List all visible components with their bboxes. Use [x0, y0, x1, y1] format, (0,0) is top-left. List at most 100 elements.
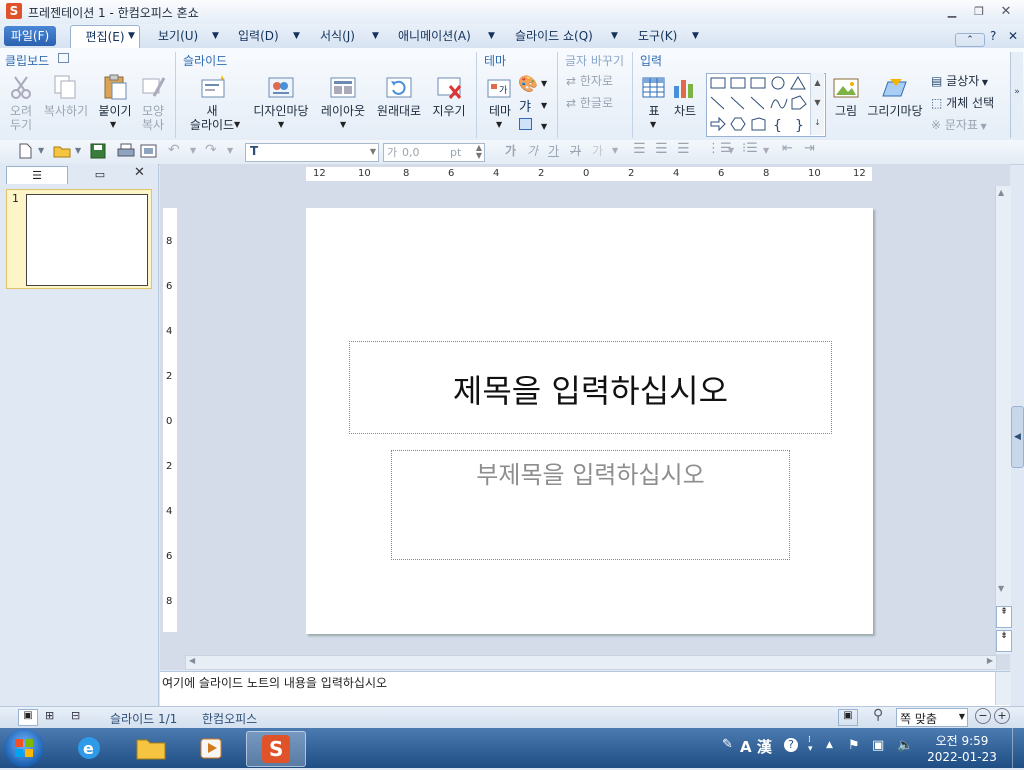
italic-button[interactable]: 가: [527, 142, 538, 159]
menu-animation[interactable]: 애니메이션(A): [394, 27, 475, 45]
zoom-select[interactable]: 쪽 맞춤 ▼: [896, 708, 968, 727]
menu-file[interactable]: 파일(F): [4, 26, 56, 46]
delete-button[interactable]: [436, 74, 464, 103]
start-button[interactable]: [4, 729, 44, 767]
tab-slides[interactable]: ☰: [6, 166, 68, 184]
vertical-scrollbar[interactable]: ▲ ▼ ⇞ ⇟: [995, 186, 1012, 654]
chevron-down-icon[interactable]: ▼: [190, 146, 196, 155]
shapes-gallery[interactable]: {}: [706, 73, 826, 137]
new-doc-button[interactable]: [18, 143, 32, 162]
scroll-left-icon[interactable]: ◀: [189, 656, 195, 665]
title-placeholder[interactable]: 제목을 입력하십시오: [349, 341, 832, 434]
bullets-icon[interactable]: ⁝☰: [742, 141, 758, 156]
sorter-view-icon[interactable]: ⊞: [45, 709, 54, 722]
bold-button[interactable]: 가: [505, 142, 516, 159]
menu-insert[interactable]: 입력(D): [234, 27, 283, 45]
chevron-down-icon[interactable]: ▼: [278, 120, 284, 129]
open-button[interactable]: [53, 143, 71, 162]
zoom-out-icon[interactable]: −: [975, 708, 991, 724]
chevron-down-icon[interactable]: ▼: [484, 27, 499, 45]
menu-tools[interactable]: 도구(K): [634, 27, 681, 45]
tab-outline[interactable]: ▭: [70, 166, 130, 183]
font-size-input[interactable]: 가 0,0 pt ▲ ▼: [383, 143, 485, 162]
picture-button[interactable]: [832, 76, 860, 103]
restore-button[interactable]: ❐: [972, 6, 986, 18]
ribbon-more-button[interactable]: »: [1010, 52, 1023, 138]
chevron-down-icon[interactable]: ▼: [340, 120, 346, 129]
menu-view[interactable]: 보기(U): [154, 27, 202, 45]
scroll-down-icon[interactable]: ▼: [998, 584, 1004, 593]
show-desktop-button[interactable]: [1012, 728, 1024, 768]
font-theme-icon[interactable]: 갸: [519, 96, 531, 115]
chevron-down-icon[interactable]: ▼: [541, 101, 547, 110]
font-name-select[interactable]: T ▼: [245, 143, 379, 162]
side-panel-toggle[interactable]: ◀: [1011, 406, 1024, 468]
font-color-button[interactable]: 가: [592, 142, 603, 159]
paste-button[interactable]: [102, 74, 128, 103]
copy-button[interactable]: [52, 74, 78, 103]
chevron-down-icon[interactable]: ▼: [110, 120, 116, 129]
taskbar-hancom-show[interactable]: S: [246, 731, 306, 767]
design-button[interactable]: [267, 74, 295, 103]
chevron-down-icon[interactable]: ▼: [289, 27, 304, 45]
help-icon[interactable]: ?: [784, 738, 798, 752]
next-slide-button[interactable]: ⇟: [996, 630, 1012, 652]
textbox-button[interactable]: ▤ 글상자 ▼: [931, 74, 1021, 90]
chevron-down-icon[interactable]: ▼: [227, 146, 233, 155]
notes-area[interactable]: 여기에 슬라이드 노트의 내용을 입력하십시오: [160, 671, 1010, 706]
layout-button[interactable]: [329, 74, 357, 103]
new-slide-button[interactable]: [200, 74, 228, 103]
align-left-icon[interactable]: ☰: [633, 141, 646, 157]
chevron-down-icon[interactable]: ▼: [650, 120, 656, 129]
volume-icon[interactable]: 🔈: [897, 738, 913, 753]
format-copy-button[interactable]: [140, 74, 166, 103]
menu-format[interactable]: 서식(J): [316, 27, 359, 45]
tray-clock[interactable]: 오전 9:59 2022-01-23: [920, 733, 1004, 765]
notes-scrollbar[interactable]: [995, 672, 1011, 705]
chevron-down-icon[interactable]: ▼: [38, 146, 44, 155]
print-button[interactable]: [117, 143, 135, 162]
indent-decrease-icon[interactable]: ⇤: [782, 141, 793, 156]
chevron-down-icon[interactable]: ▼: [728, 146, 734, 155]
close-button[interactable]: ✕: [999, 5, 1013, 18]
tray-expand-icon[interactable]: ▲: [826, 740, 833, 750]
ime-indicator[interactable]: A 漢: [740, 736, 772, 757]
ribbon-collapse-button[interactable]: ⌃: [955, 33, 985, 47]
align-right-icon[interactable]: ☰: [677, 141, 690, 157]
subtitle-placeholder[interactable]: 부제목을 입력하십시오: [391, 450, 790, 560]
chart-button[interactable]: [672, 76, 698, 103]
scroll-right-icon[interactable]: ▶: [987, 656, 993, 665]
group-options-icon[interactable]: [58, 53, 69, 63]
chevron-down-icon[interactable]: ▼: [368, 27, 383, 45]
chevron-down-icon[interactable]: ▼: [208, 27, 223, 45]
scroll-up-icon[interactable]: ▲: [998, 188, 1004, 197]
slideshow-view-icon[interactable]: ⊟: [71, 709, 80, 722]
language-icon[interactable]: ✎: [722, 737, 733, 752]
taskbar-media[interactable]: [184, 731, 238, 765]
object-select-button[interactable]: ⬚ 개체 선택: [931, 96, 1021, 110]
zoom-in-icon[interactable]: +: [994, 708, 1010, 724]
taskbar-explorer[interactable]: [124, 731, 178, 765]
table-button[interactable]: [642, 76, 666, 103]
network-icon[interactable]: ▣: [872, 738, 884, 753]
strike-button[interactable]: 가: [570, 142, 581, 159]
gallery-scroll[interactable]: ▲ ▼ ↓: [810, 73, 824, 135]
normal-view-button[interactable]: ▣: [18, 709, 38, 726]
cut-button[interactable]: [8, 74, 34, 103]
chevron-down-icon[interactable]: ▼: [234, 120, 240, 129]
prev-slide-button[interactable]: ⇞: [996, 606, 1012, 628]
close-icon[interactable]: ✕: [134, 165, 145, 180]
to-hangul-button[interactable]: ⇄ 한글로: [566, 96, 626, 110]
slide-thumbnail[interactable]: [26, 194, 148, 286]
horizontal-scrollbar[interactable]: ◀ ▶: [185, 655, 997, 670]
menu-slideshow[interactable]: 슬라이드 쇼(Q): [511, 27, 597, 45]
redo-icon[interactable]: ↷: [205, 142, 217, 158]
chevron-down-icon[interactable]: ▼: [607, 27, 622, 45]
indent-increase-icon[interactable]: ⇥: [804, 141, 815, 156]
chevron-down-icon[interactable]: ▼: [612, 146, 618, 155]
chevron-down-icon[interactable]: ▼: [541, 79, 547, 88]
theme-button[interactable]: 가: [487, 76, 513, 103]
doc-close-button[interactable]: ✕: [1004, 27, 1022, 45]
palette-icon[interactable]: 🎨: [518, 74, 538, 93]
chevron-down-icon[interactable]: ▼: [763, 146, 769, 155]
